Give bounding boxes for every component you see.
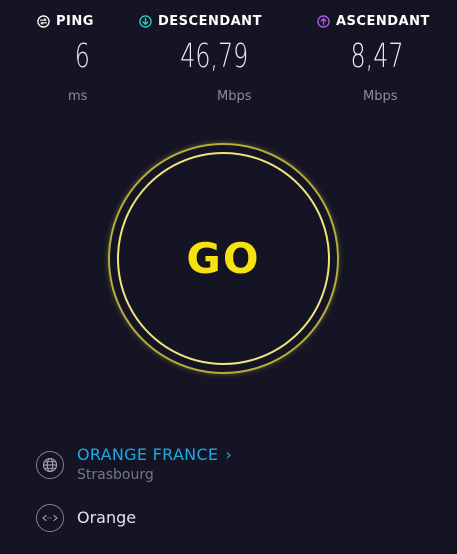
isp-row: Orange [36, 504, 136, 532]
ping-label: PING [56, 13, 94, 29]
download-value: 46,79 [180, 36, 249, 75]
upload-metric: ASCENDANT 8,47 Mbps [317, 12, 447, 104]
ping-value: 6 [74, 36, 90, 75]
isp-text: Orange [77, 504, 136, 532]
connection-icon [36, 504, 64, 532]
server-row[interactable]: ORANGE FRANCE › Strasbourg [36, 446, 232, 483]
download-unit: Mbps [217, 89, 252, 104]
server-name-link[interactable]: ORANGE FRANCE › [77, 446, 232, 464]
upload-value: 8,47 [350, 36, 404, 75]
upload-header: ASCENDANT [317, 12, 447, 30]
speedtest-screen: PING 6 ms DESCENDANT 46,79 Mbps ASCENDAN… [0, 0, 457, 554]
ping-icon [37, 14, 50, 28]
server-text: ORANGE FRANCE › Strasbourg [77, 446, 232, 484]
ping-header: PING [37, 12, 127, 30]
ping-unit: ms [68, 89, 88, 104]
globe-icon [36, 451, 64, 479]
upload-unit: Mbps [363, 89, 398, 104]
upload-label: ASCENDANT [336, 13, 430, 29]
download-header: DESCENDANT [139, 12, 279, 30]
download-arrow-icon [139, 14, 152, 28]
download-metric: DESCENDANT 46,79 Mbps [139, 12, 279, 104]
go-label: GO [186, 234, 261, 283]
upload-arrow-icon [317, 14, 330, 28]
download-label: DESCENDANT [158, 13, 262, 29]
chevron-right-icon: › [225, 445, 233, 464]
isp-name: Orange [77, 508, 137, 527]
server-location: Strasbourg [77, 467, 154, 483]
server-name: ORANGE FRANCE [77, 445, 219, 464]
ping-metric: PING 6 ms [37, 12, 127, 104]
go-button[interactable]: GO [108, 143, 339, 374]
